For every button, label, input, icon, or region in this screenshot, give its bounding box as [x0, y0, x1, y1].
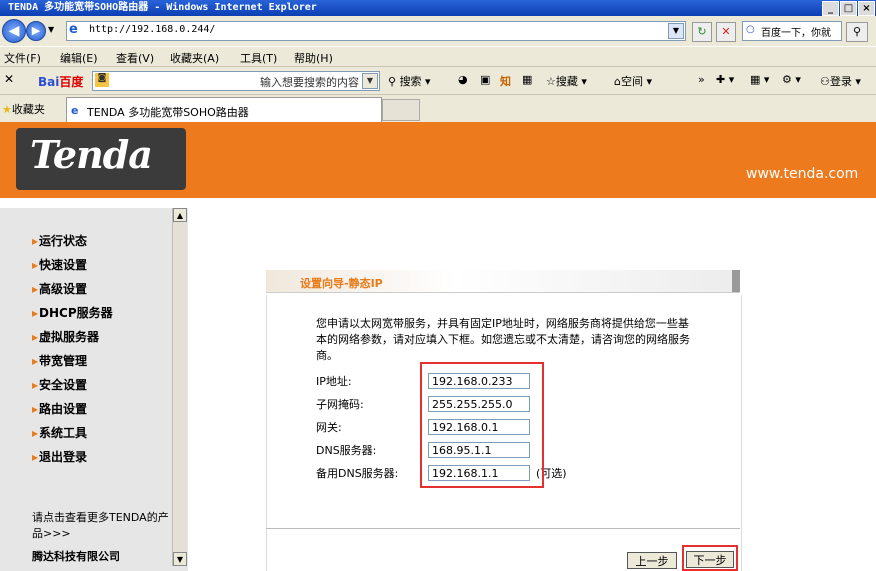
- baidu-placeholder: 输入想要搜索的内容: [260, 76, 359, 89]
- minimize-button[interactable]: _: [822, 1, 839, 16]
- souzang-button[interactable]: ☆搜藏 ▾: [546, 73, 587, 89]
- paint-icon[interactable]: ◕: [458, 73, 468, 86]
- news-icon[interactable]: ▦: [522, 73, 532, 86]
- gateway-label: 网关:: [316, 421, 342, 434]
- highlight-box-fields: [420, 362, 544, 488]
- wizard-description: 您申请以太网宽带服务，并具有固定IP地址时，网络服务商将提供给您一些基本的网络参…: [316, 317, 690, 362]
- sidebar-item-system-tools[interactable]: 系统工具: [32, 424, 87, 441]
- menu-favorites[interactable]: 收藏夹(A): [170, 50, 219, 66]
- prev-button[interactable]: 上一步: [627, 552, 677, 569]
- address-value: http://192.168.0.244/: [89, 24, 216, 35]
- space-label: 空间: [620, 75, 643, 88]
- sidebar-item-logout[interactable]: 退出登录: [32, 448, 87, 465]
- space-button[interactable]: ⌂空间 ▾: [614, 73, 652, 89]
- menu-bar: 文件(F) 编辑(E) 查看(V) 收藏夹(A) 工具(T) 帮助(H): [0, 46, 876, 67]
- souzang-label: 搜藏: [555, 75, 578, 88]
- tab-title: TENDA 多功能宽带SOHO路由器: [87, 106, 249, 119]
- scroll-up-icon[interactable]: ▲: [173, 208, 187, 222]
- menu-tools[interactable]: 工具(T): [240, 50, 277, 66]
- scroll-down-icon[interactable]: ▼: [173, 552, 187, 566]
- search-placeholder: 百度一下，你就: [761, 28, 831, 39]
- address-bar-row: ◀ ▶ ▼ e http://192.168.0.244/ ▼ ↻ ✕ ○ 百度…: [0, 16, 876, 46]
- zhidao-button[interactable]: 知: [500, 73, 511, 89]
- magnifier-icon: ⚲: [388, 75, 397, 88]
- plus-icon[interactable]: ✚ ▾: [716, 73, 734, 86]
- tenda-logo: Tenda: [16, 128, 186, 190]
- baidu-logo-text2: 百度: [59, 75, 84, 89]
- back-button[interactable]: ◀: [2, 19, 26, 43]
- sidebar: 运行状态 快速设置 高级设置 DHCP服务器 虚拟服务器 带宽管理 安全设置 路…: [0, 208, 188, 571]
- sidebar-item-bandwidth[interactable]: 带宽管理: [32, 352, 87, 369]
- sidebar-item-virtual-server[interactable]: 虚拟服务器: [32, 328, 99, 345]
- tab-tenda[interactable]: e TENDA 多功能宽带SOHO路由器: [66, 97, 382, 122]
- ie-tab-icon: e: [71, 104, 79, 117]
- backup-dns-label: 备用DNS服务器:: [316, 467, 399, 480]
- search-button-label: 搜索: [399, 75, 422, 88]
- site-url: www.tenda.com: [746, 166, 859, 182]
- new-tab-button[interactable]: [382, 99, 420, 121]
- star-icon: ☆: [546, 75, 556, 88]
- sidebar-item-security[interactable]: 安全设置: [32, 376, 87, 393]
- wizard-header: 设置向导-静态IP: [266, 270, 740, 293]
- ip-address-label: IP地址:: [316, 375, 352, 388]
- favorites-bar: ★收藏夹 e TENDA 多功能宽带SOHO路由器: [0, 94, 876, 123]
- search-go-icon[interactable]: ⚲: [846, 22, 868, 42]
- close-window-button[interactable]: ×: [858, 1, 875, 16]
- history-dropdown-icon[interactable]: ▼: [48, 25, 54, 34]
- baidu-dropdown-icon[interactable]: ▼: [362, 73, 378, 89]
- chevron-more-icon[interactable]: »: [698, 73, 705, 86]
- favorites-button[interactable]: ★收藏夹: [2, 101, 45, 117]
- sidebar-item-advanced[interactable]: 高级设置: [32, 280, 87, 297]
- company-name: 腾达科技有限公司: [32, 550, 120, 563]
- toolbar-close-icon[interactable]: ✕: [4, 72, 14, 86]
- baidu-search-button[interactable]: ⚲ 搜索 ▾: [388, 73, 431, 89]
- login-button[interactable]: ⚇登录 ▾: [820, 73, 861, 89]
- menu-help[interactable]: 帮助(H): [294, 50, 333, 66]
- baidu-toolbar: ✕ Bai百度 ◙ 输入想要搜索的内容 ▼ ⚲ 搜索 ▾ ◕ ▣ 知 ▦ ☆搜藏…: [0, 66, 876, 95]
- dns-server-label: DNS服务器:: [316, 444, 377, 457]
- star-icon: ★: [2, 103, 12, 116]
- header-banner: Tenda www.tenda.com: [0, 122, 876, 198]
- user-icon: ⚇: [820, 75, 830, 88]
- baidu-logo: Bai百度: [38, 73, 83, 90]
- logo-text: Tenda: [30, 132, 153, 177]
- refresh-icon[interactable]: ↻: [692, 22, 712, 42]
- baidu-search-icon: ○: [746, 24, 755, 35]
- menu-edit[interactable]: 编辑(E): [60, 50, 98, 66]
- subnet-mask-label: 子网掩码:: [316, 398, 364, 411]
- window-title: TENDA 多功能宽带SOHO路由器 - Windows Internet Ex…: [8, 2, 317, 13]
- address-dropdown-icon[interactable]: ▼: [668, 23, 684, 39]
- more-products-link[interactable]: 请点击查看更多TENDA的产品>>>: [32, 510, 172, 542]
- login-label: 登录: [829, 75, 852, 88]
- menu-view[interactable]: 查看(V): [116, 50, 154, 66]
- highlight-box-next: [682, 545, 738, 571]
- sidebar-scrollbar[interactable]: ▲ ▼: [172, 208, 187, 566]
- wizard-title: 设置向导-静态IP: [300, 277, 383, 290]
- forward-button[interactable]: ▶: [26, 21, 46, 41]
- stop-icon[interactable]: ✕: [716, 22, 736, 42]
- address-input[interactable]: e http://192.168.0.244/ ▼: [66, 21, 686, 41]
- menu-file[interactable]: 文件(F): [4, 50, 41, 66]
- baidu-input-icon: ◙: [95, 73, 109, 87]
- maximize-button[interactable]: □: [840, 1, 857, 16]
- favorites-label: 收藏夹: [11, 103, 45, 116]
- ie-page-icon: e: [69, 22, 78, 37]
- gear-icon[interactable]: ⚙ ▾: [782, 73, 801, 86]
- image-icon[interactable]: ▣: [480, 73, 490, 86]
- window-title-bar: TENDA 多功能宽带SOHO路由器 - Windows Internet Ex…: [0, 0, 876, 16]
- space-icon: ⌂: [614, 75, 621, 88]
- grid-icon[interactable]: ▦ ▾: [750, 73, 769, 86]
- sidebar-item-routing[interactable]: 路由设置: [32, 400, 87, 417]
- search-input[interactable]: ○ 百度一下，你就: [742, 21, 842, 41]
- sidebar-item-dhcp[interactable]: DHCP服务器: [32, 304, 113, 321]
- baidu-search-input[interactable]: ◙ 输入想要搜索的内容 ▼: [92, 71, 380, 91]
- sidebar-item-status[interactable]: 运行状态: [32, 232, 87, 249]
- baidu-logo-text: Bai: [38, 75, 60, 89]
- sidebar-item-quick-setup[interactable]: 快速设置: [32, 256, 87, 273]
